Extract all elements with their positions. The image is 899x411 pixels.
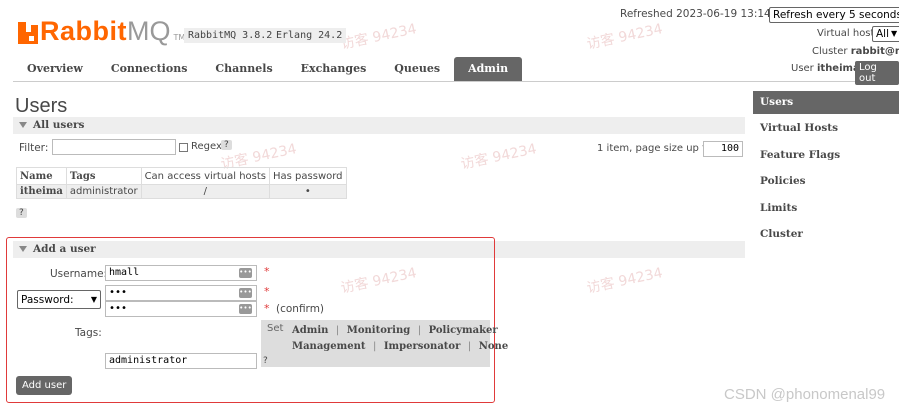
sidebar-item-users[interactable]: Users (753, 91, 899, 114)
main-nav-tabs: Overview Connections Channels Exchanges … (13, 57, 523, 81)
tag-option-management[interactable]: Management (292, 341, 366, 352)
user-value: itheima (816, 63, 860, 74)
page-size-label: 1 item, page size up to (597, 143, 713, 154)
tag-options-row-1: Admin | Monitoring | Policymaker (292, 323, 498, 336)
refreshed-timestamp: Refreshed 2023-06-19 13:14:45 (620, 8, 788, 20)
rabbitmq-logo[interactable]: Rabbit MQ TM (18, 14, 185, 46)
password-manager-icon[interactable]: ••• (239, 268, 252, 278)
sidebar-item-limits[interactable]: Limits (753, 197, 899, 224)
refresh-interval-select[interactable]: Refresh every 5 seconds ▼ (769, 7, 899, 23)
admin-sidebar: Users Virtual Hosts Feature Flags Polici… (753, 91, 899, 250)
username-value: hmall (109, 267, 140, 278)
column-header-tags[interactable]: Tags (65, 167, 142, 185)
table-header-row: Name Tags Can access virtual hosts Has p… (16, 167, 347, 185)
required-marker: * (264, 302, 270, 315)
tag-separator: | (467, 341, 472, 352)
tags-input[interactable]: administrator (105, 353, 257, 369)
set-tags-label: Set (267, 323, 284, 334)
username-input[interactable]: hmall ••• (105, 265, 257, 281)
password-type-select[interactable]: Password: ▼ (17, 290, 101, 309)
regex-label: Regex (191, 141, 222, 152)
tag-separator: | (373, 341, 377, 352)
tags-help-button[interactable]: ? (263, 356, 268, 366)
required-marker: * (264, 285, 270, 298)
tab-connections[interactable]: Connections (97, 57, 202, 81)
sidebar-item-policies[interactable]: Policies (753, 170, 899, 197)
filter-input[interactable] (52, 139, 176, 155)
user-vhosts-cell: / (140, 184, 271, 199)
tag-option-policymaker[interactable]: Policymaker (429, 325, 498, 336)
virtual-host-label: Virtual host (817, 28, 875, 39)
tab-channels[interactable]: Channels (201, 57, 286, 81)
tag-option-monitoring[interactable]: Monitoring (347, 325, 410, 336)
tab-queues[interactable]: Queues (380, 57, 454, 81)
user-name-cell[interactable]: itheima (16, 184, 67, 199)
chevron-down-icon: ▼ (891, 29, 898, 38)
required-marker: * (264, 265, 270, 278)
add-user-button[interactable]: Add user (16, 376, 73, 395)
tag-option-none[interactable]: None (479, 341, 508, 352)
table-help-button[interactable]: ? (16, 208, 27, 218)
table-row[interactable]: itheima administrator / • (16, 184, 347, 199)
column-header-password[interactable]: Has password (269, 167, 347, 185)
cluster-label: Cluster (812, 46, 848, 57)
overlay-watermark: 访客 94234 (585, 21, 665, 53)
all-users-heading: All users (33, 119, 85, 131)
chevron-down-icon: ▼ (90, 294, 97, 304)
overlay-watermark: 访客 94234 (339, 21, 419, 53)
password-type-value: Password: (21, 293, 74, 306)
regex-help-button[interactable]: ? (221, 140, 232, 150)
password-confirm-value: ••• (109, 303, 128, 314)
password-input[interactable]: ••• ••• (105, 285, 257, 301)
refresh-interval-value: Refresh every 5 seconds (773, 9, 899, 21)
overlay-watermark: 访客 94234 (459, 141, 539, 173)
cluster-value: rabbit@mq (850, 46, 899, 57)
column-header-vhosts[interactable]: Can access virtual hosts (140, 167, 271, 185)
user-tags-cell: administrator (65, 184, 142, 199)
csdn-watermark: CSDN @phonomenal99 (724, 386, 886, 403)
virtual-host-value: All (876, 28, 890, 40)
overlay-watermark: 访客 94234 (585, 265, 665, 297)
current-user-info: User itheima (791, 63, 860, 74)
cluster-info: Cluster rabbit@mq (812, 46, 899, 57)
page-size-input[interactable]: 100 (703, 141, 743, 157)
rabbitmq-logo-icon (18, 22, 38, 44)
column-header-name[interactable]: Name (16, 167, 67, 185)
user-has-password-cell: • (269, 184, 347, 199)
tab-divider (13, 81, 889, 82)
erlang-version: Erlang 24.2 (272, 28, 347, 43)
username-label: Username: (50, 268, 108, 280)
sidebar-item-cluster[interactable]: Cluster (753, 223, 899, 250)
virtual-host-select[interactable]: All ▼ (872, 26, 899, 42)
tag-separator: | (417, 325, 422, 336)
user-label: User (791, 63, 814, 74)
all-users-section-toggle[interactable]: All users (13, 117, 745, 134)
tab-exchanges[interactable]: Exchanges (287, 57, 381, 81)
password-manager-icon[interactable]: ••• (239, 304, 252, 314)
page-title: Users (15, 95, 68, 117)
tab-overview[interactable]: Overview (13, 57, 97, 81)
filter-label: Filter: (19, 142, 49, 154)
users-table: Name Tags Can access virtual hosts Has p… (16, 167, 347, 199)
logout-button[interactable]: Log out (855, 61, 899, 85)
password-manager-icon[interactable]: ••• (239, 288, 252, 298)
collapse-triangle-icon (19, 121, 27, 128)
confirm-label: (confirm) (276, 303, 325, 315)
logo-text: Rabbit (40, 16, 127, 46)
tab-admin[interactable]: Admin (454, 57, 523, 81)
sidebar-item-virtual-hosts[interactable]: Virtual Hosts (753, 117, 899, 144)
rabbitmq-version: RabbitMQ 3.8.26 (184, 28, 283, 43)
logo-mq: MQ (127, 16, 171, 46)
password-value: ••• (109, 287, 128, 298)
password-confirm-input[interactable]: ••• ••• (105, 301, 257, 317)
tag-separator: | (335, 325, 340, 336)
sidebar-item-feature-flags[interactable]: Feature Flags (753, 144, 899, 171)
tag-option-admin[interactable]: Admin (292, 325, 328, 336)
tag-option-impersonator[interactable]: Impersonator (384, 341, 461, 352)
regex-checkbox[interactable] (179, 143, 188, 152)
tags-label: Tags: (75, 327, 102, 339)
tag-options-row-2: Management | Impersonator | None (292, 339, 508, 352)
